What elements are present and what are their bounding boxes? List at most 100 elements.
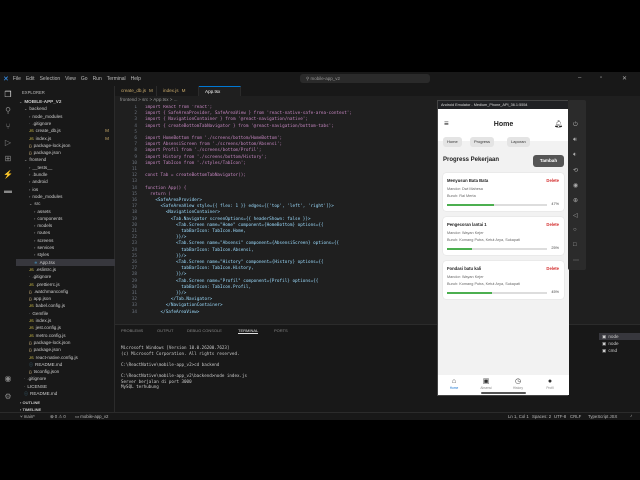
back-icon[interactable]: ◁: [573, 212, 578, 219]
explorer-item[interactable]: · .gitignore: [16, 375, 115, 382]
more-icon[interactable]: ⋯: [573, 257, 579, 264]
explorer-item[interactable]: › components: [16, 215, 115, 222]
camera-icon[interactable]: ◉: [573, 182, 578, 189]
explorer-item[interactable]: JS babel.config.js: [16, 302, 115, 309]
power-icon[interactable]: ⏻: [573, 122, 578, 129]
explorer-item[interactable]: › __tests__: [16, 164, 115, 171]
explorer-item[interactable]: › node_modules: [16, 193, 115, 200]
extensions-icon[interactable]: ⊞: [3, 154, 13, 164]
terminal-instance[interactable]: ▣ node: [599, 340, 640, 347]
code-editor[interactable]: 1 import React from 'react'; 2 import { Saf…: [115, 105, 437, 325]
terminal-instance[interactable]: ▣ cmd: [599, 347, 640, 354]
explorer-item[interactable]: › android: [16, 178, 115, 185]
explorer-icon[interactable]: ❐: [3, 90, 13, 100]
delete-button[interactable]: Delete: [546, 178, 559, 183]
explorer-item[interactable]: › screens: [16, 237, 115, 244]
explorer-item[interactable]: ⓘ README.md: [16, 390, 115, 397]
menu-selection[interactable]: Selection: [40, 76, 61, 82]
explorer-item[interactable]: ⓘ README.md: [16, 361, 115, 368]
search-icon[interactable]: ⚲: [3, 106, 13, 116]
explorer-item[interactable]: JS create_db.js M: [16, 127, 115, 134]
nav-history[interactable]: ◷ History: [505, 377, 531, 390]
nav-home[interactable]: ⌂ Home: [441, 377, 467, 390]
terminal-output[interactable]: Microsoft Windows [Version 10.0.26200.76…: [121, 345, 247, 390]
chip-laporan[interactable]: Laporan: [507, 137, 530, 147]
explorer-item[interactable]: JS index.js: [16, 317, 115, 324]
explorer-item[interactable]: JS metro.config.js: [16, 332, 115, 339]
explorer-item[interactable]: {} tsconfig.json: [16, 368, 115, 375]
tab-index-js[interactable]: index.js M: [157, 86, 199, 96]
explorer-item[interactable]: {} package.json: [16, 346, 115, 353]
menu-view[interactable]: View: [65, 76, 76, 82]
explorer-item[interactable]: {} .watchmanconfig: [16, 288, 115, 295]
explorer-item[interactable]: JS .eslintrc.js: [16, 266, 115, 273]
explorer-item[interactable]: · Gemfile: [16, 310, 115, 317]
bell-icon[interactable]: 🔔︎: [554, 120, 563, 128]
language-status[interactable]: TypeScript JSX: [588, 414, 617, 419]
encoding-status[interactable]: UTF-8: [554, 414, 566, 419]
explorer-item[interactable]: ⌄ frontend: [16, 156, 115, 163]
explorer-item[interactable]: ⌄ MOBILE-APP_V2: [16, 98, 115, 105]
tab-create_db-js[interactable]: create_db.js M: [115, 86, 157, 96]
eol-status[interactable]: CRLF: [570, 414, 581, 419]
settings-gear-icon[interactable]: ⚙: [3, 392, 13, 402]
explorer-item[interactable]: JS react-native.config.js: [16, 354, 115, 361]
progress-card[interactable]: Menyusun Bata Bata Delete Mandor: Dwi Mahe…: [443, 173, 564, 211]
chip-progress[interactable]: Progress: [470, 137, 495, 147]
home-icon[interactable]: ○: [573, 227, 577, 233]
extension-icon[interactable]: ⚡: [3, 170, 13, 180]
maximize-button[interactable]: ▫: [600, 75, 602, 81]
explorer-item[interactable]: › services: [16, 244, 115, 251]
delete-button[interactable]: Delete: [546, 266, 559, 271]
nav-absensi[interactable]: ▣ Absensi: [473, 377, 499, 390]
terminal-instance[interactable]: ▣ node: [599, 333, 640, 340]
explorer-item[interactable]: {} app.json: [16, 295, 115, 302]
tambah-button[interactable]: Tambah: [533, 155, 564, 167]
menu-terminal[interactable]: Terminal: [107, 76, 126, 82]
menu-run[interactable]: Run: [93, 76, 102, 82]
explorer-item[interactable]: · LICENSE: [16, 383, 115, 390]
panel-tab-output[interactable]: OUTPUT: [157, 328, 173, 333]
rotate-icon[interactable]: ⟲: [573, 167, 578, 174]
explorer-item[interactable]: · .gitignore: [16, 273, 115, 280]
nav-profil[interactable]: ● Profil: [537, 377, 563, 390]
breadcrumb[interactable]: frontend > src > App.tsx > ...: [120, 97, 178, 102]
volume-up-icon[interactable]: 🔊︎: [573, 137, 577, 144]
source-control-icon[interactable]: ⑂: [3, 122, 13, 132]
explorer-item[interactable]: ⌄ src: [16, 200, 115, 207]
branch-status[interactable]: ⑂ main*: [20, 414, 35, 419]
overview-icon[interactable]: □: [573, 242, 577, 248]
folder-status[interactable]: ▭ mobile-app_v2: [75, 414, 108, 420]
problems-status[interactable]: ⊗ 0 ⚠ 0: [50, 414, 66, 420]
explorer-item[interactable]: ⌄ backend: [16, 105, 115, 112]
panel-tab-terminal[interactable]: TERMINAL: [238, 328, 259, 334]
delete-button[interactable]: Delete: [546, 222, 559, 227]
panel-tab-ports[interactable]: PORTS: [274, 328, 288, 333]
explorer-item[interactable]: › routes: [16, 229, 115, 236]
explorer-item[interactable]: › assets: [16, 208, 115, 215]
explorer-item[interactable]: › styles: [16, 251, 115, 258]
explorer-item[interactable]: › node_modules: [16, 113, 115, 120]
folder-icon[interactable]: ▬: [3, 186, 13, 196]
run-debug-icon[interactable]: ▷: [3, 138, 13, 148]
volume-down-icon[interactable]: 🔉︎: [573, 152, 577, 159]
explorer-item[interactable]: · .gitignore: [16, 120, 115, 127]
notifications-bell-icon[interactable]: ♪: [630, 413, 632, 418]
explorer-item[interactable]: JS index.js M: [16, 135, 115, 142]
explorer-item[interactable]: ⚛ App.tsx: [16, 258, 115, 266]
menu-edit[interactable]: Edit: [26, 76, 35, 82]
explorer-item[interactable]: {} package.json: [16, 149, 115, 156]
explorer-item[interactable]: JS jest.config.js: [16, 324, 115, 331]
explorer-item[interactable]: › models: [16, 222, 115, 229]
command-center-search[interactable]: ⚲ mobile-app_v2: [300, 74, 430, 83]
cursor-position[interactable]: Ln 1, Col 1: [508, 414, 529, 419]
menu-help[interactable]: Help: [131, 76, 141, 82]
account-icon[interactable]: ◉: [3, 374, 13, 384]
explorer-item[interactable]: {} package-lock.json: [16, 339, 115, 346]
chip-home[interactable]: Home: [443, 137, 462, 147]
minimize-button[interactable]: –: [578, 75, 581, 81]
zoom-icon[interactable]: ⊕: [573, 197, 578, 204]
explorer-item[interactable]: JS .prettierrc.js: [16, 281, 115, 288]
panel-tab-debug-console[interactable]: DEBUG CONSOLE: [187, 328, 222, 333]
tab-app-tsx[interactable]: App.tsx: [199, 86, 241, 96]
